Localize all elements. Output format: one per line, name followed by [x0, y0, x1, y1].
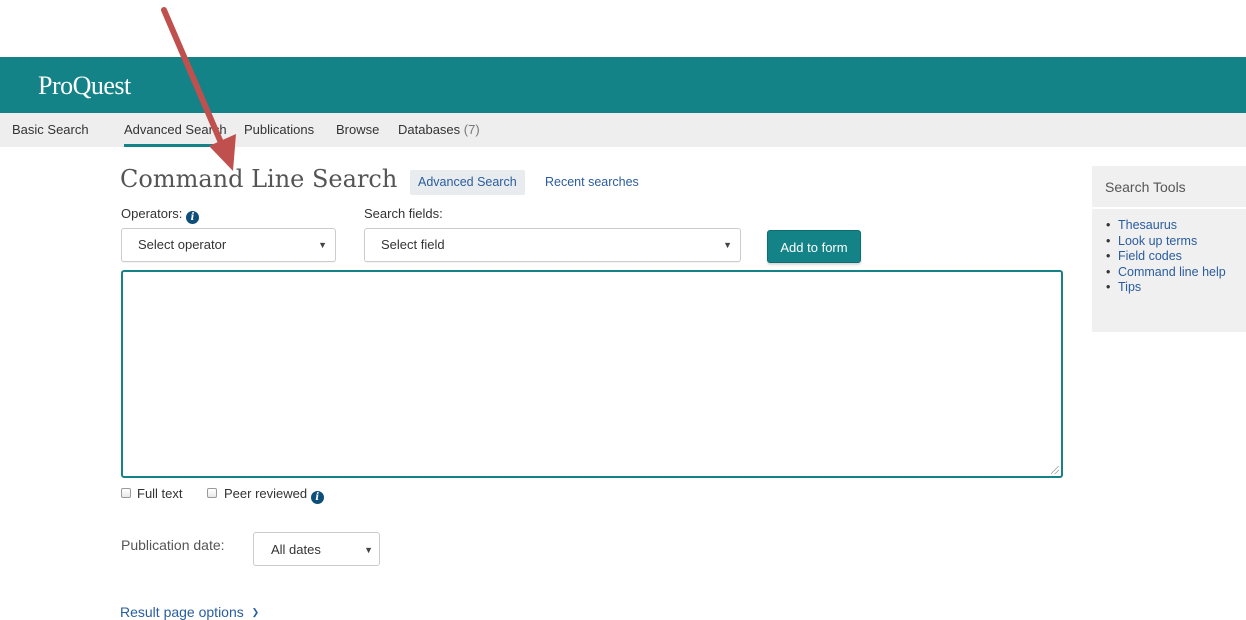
search-tools-list: Thesaurus Look up terms Field codes Comm… [1106, 218, 1226, 296]
resize-handle-icon[interactable] [1051, 466, 1059, 474]
nav-databases-count: (7) [463, 122, 480, 137]
nav-publications[interactable]: Publications [244, 113, 314, 147]
publication-date-select[interactable]: All dates ▼ [253, 532, 380, 566]
tool-link-look-up-terms[interactable]: Look up terms [1106, 234, 1226, 250]
info-icon[interactable]: i [186, 211, 200, 224]
nav-basic-search[interactable]: Basic Search [12, 113, 89, 147]
field-select-value: Select field [381, 237, 445, 252]
nav-advanced-search[interactable]: Advanced Search [124, 113, 227, 147]
tool-link-thesaurus[interactable]: Thesaurus [1106, 218, 1226, 234]
full-text-label: Full text [137, 486, 183, 501]
field-select[interactable]: Select field ▼ [364, 228, 741, 262]
chevron-down-icon: ❯ [251, 607, 260, 617]
dropdown-caret-icon: ▼ [723, 240, 732, 250]
operator-select-value: Select operator [138, 237, 227, 252]
operator-select[interactable]: Select operator ▼ [121, 228, 336, 262]
header-bar: ProQuest [0, 57, 1246, 113]
proquest-logo[interactable]: ProQuest [38, 71, 131, 101]
search-fields-label: Search fields: [364, 206, 443, 221]
add-to-form-button[interactable]: Add to form [767, 230, 861, 263]
peer-reviewed-row: Peer reviewed i [224, 486, 324, 504]
dropdown-caret-icon: ▼ [364, 545, 373, 555]
publication-date-value: All dates [271, 542, 321, 557]
result-page-options-toggle[interactable]: Result page options ❯ [120, 604, 259, 620]
recent-searches-link[interactable]: Recent searches [545, 170, 639, 195]
search-tools-panel: Search Tools Thesaurus Look up terms Fie… [1092, 166, 1246, 332]
page-title: Command Line Search [120, 165, 398, 193]
tool-link-field-codes[interactable]: Field codes [1106, 249, 1226, 265]
peer-reviewed-label: Peer reviewed [224, 486, 308, 501]
operators-label: Operators: i [121, 206, 200, 224]
tool-link-command-line-help[interactable]: Command line help [1106, 265, 1226, 281]
full-text-checkbox[interactable] [121, 488, 131, 498]
nav-browse[interactable]: Browse [336, 113, 379, 147]
main-nav: Basic Search Advanced Search Publication… [0, 113, 1246, 147]
peer-reviewed-checkbox[interactable] [207, 488, 217, 498]
dropdown-caret-icon: ▼ [318, 240, 327, 250]
result-page-options-label: Result page options [120, 604, 244, 620]
publication-date-label: Publication date: [121, 537, 225, 553]
divider [1092, 207, 1246, 209]
search-tools-title: Search Tools [1105, 179, 1186, 195]
command-line-textarea[interactable] [121, 270, 1063, 478]
nav-databases[interactable]: Databases (7) [398, 113, 480, 147]
advanced-search-link[interactable]: Advanced Search [410, 170, 525, 195]
tool-link-tips[interactable]: Tips [1106, 280, 1226, 296]
nav-databases-label: Databases [398, 122, 461, 137]
info-icon[interactable]: i [310, 491, 324, 504]
operators-label-text: Operators: [121, 206, 183, 221]
